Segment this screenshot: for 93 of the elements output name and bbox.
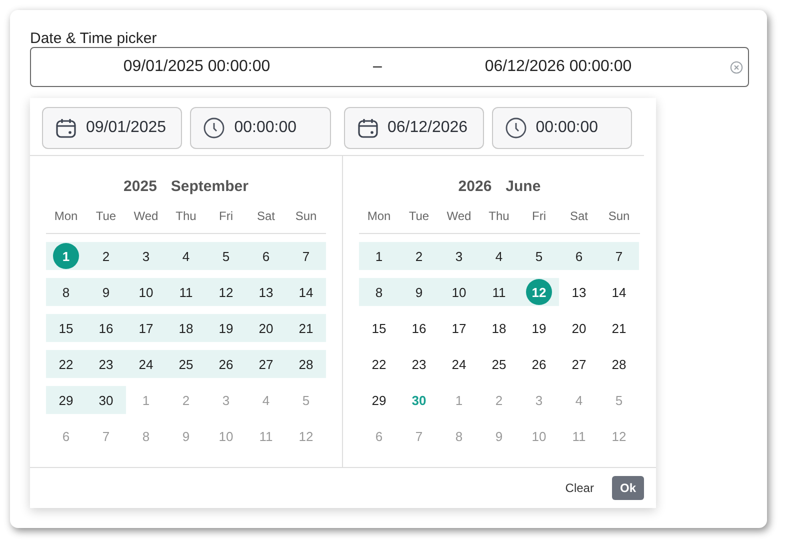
range-day-cell[interactable]: 23 (86, 350, 126, 378)
range-day-cell[interactable]: 6 (559, 242, 599, 270)
weekday-label: Mon (366, 209, 392, 223)
range-day-cell[interactable]: 7 (599, 242, 639, 270)
day-cell[interactable]: 13 (559, 278, 599, 306)
day-cell[interactable]: 17 (439, 314, 479, 342)
time-field[interactable]: 00:00:00 (492, 107, 632, 149)
range-day-cell[interactable]: 17 (126, 314, 166, 342)
field-label: Date & Time picker (30, 30, 158, 47)
day-cell[interactable]: 22 (359, 350, 399, 378)
range-day-cell[interactable]: 11 (479, 278, 519, 306)
clear-icon[interactable] (730, 60, 742, 74)
range-separator: – (372, 58, 383, 76)
day-cell[interactable]: 25 (479, 350, 519, 378)
range-day-cell[interactable]: 10 (439, 278, 479, 306)
month-title[interactable]: June (506, 178, 541, 196)
weekday-label: Tue (94, 209, 118, 223)
day-cell[interactable]: 20 (559, 314, 599, 342)
date-field[interactable]: 09/01/2025 (42, 107, 182, 149)
weekday-label: Tue (408, 209, 430, 223)
month-title[interactable]: September (170, 178, 248, 196)
weekday-label: Fri (531, 209, 547, 223)
weekday-label: Sat (256, 209, 276, 223)
day-cell[interactable]: 19 (519, 314, 559, 342)
range-day-cell[interactable]: 2 (399, 242, 439, 270)
weekday-label: Wed (132, 209, 160, 223)
day-cell[interactable]: 18 (479, 314, 519, 342)
range-day-cell[interactable]: 1 (359, 242, 399, 270)
ok-button[interactable]: Ok (612, 476, 644, 500)
weekday-label: Thu (488, 209, 510, 223)
day-cell[interactable]: 28 (599, 350, 639, 378)
range-day-cell[interactable]: 20 (246, 314, 286, 342)
range-day-cell[interactable]: 2 (86, 242, 126, 270)
day-cell[interactable]: 16 (399, 314, 439, 342)
range-day-cell[interactable]: 3 (439, 242, 479, 270)
range-day-cell[interactable]: 7 (286, 242, 326, 270)
weekday-label: Sat (568, 209, 589, 223)
time-field[interactable]: 00:00:00 (190, 107, 330, 149)
day-cell[interactable]: 21 (599, 314, 639, 342)
range-day-cell[interactable]: 29 (46, 386, 86, 414)
end-value: 06/12/2026 00:00:00 (484, 58, 632, 76)
clear-button[interactable]: Clear (559, 477, 600, 499)
range-day-cell[interactable]: 24 (126, 350, 166, 378)
range-day-cell[interactable]: 4 (479, 242, 519, 270)
range-day-cell[interactable]: 13 (246, 278, 286, 306)
range-day-cell[interactable]: 5 (206, 242, 246, 270)
range-day-cell[interactable]: 16 (86, 314, 126, 342)
day-cell[interactable]: 29 (359, 386, 399, 414)
range-day-cell[interactable]: 26 (206, 350, 246, 378)
range-day-cell[interactable]: 11 (166, 278, 206, 306)
range-day-cell[interactable]: 9 (86, 278, 126, 306)
weekday-label: Wed (446, 209, 472, 223)
range-day-cell[interactable]: 12 (206, 278, 246, 306)
day-cell[interactable]: 15 (359, 314, 399, 342)
date-field[interactable]: 06/12/2026 (344, 107, 484, 149)
calendar-icon (356, 117, 378, 139)
year-title[interactable]: 2026 (458, 178, 492, 196)
range-day-cell[interactable]: 8 (46, 278, 86, 306)
range-day-cell[interactable]: 21 (286, 314, 326, 342)
range-day-cell[interactable]: 25 (166, 350, 206, 378)
day-cell[interactable]: 24 (439, 350, 479, 378)
range-day-cell[interactable]: 6 (246, 242, 286, 270)
weekday-label: Sun (607, 209, 631, 223)
range-day-cell[interactable]: 30 (86, 386, 126, 414)
range-day-cell[interactable]: 22 (46, 350, 86, 378)
clock-icon (504, 117, 527, 139)
range-day-cell[interactable]: 3 (126, 242, 166, 270)
range-day-cell[interactable]: 4 (166, 242, 206, 270)
range-day-cell[interactable]: 10 (126, 278, 166, 306)
day-cell[interactable]: 26 (519, 350, 559, 378)
day-cell[interactable]: 27 (559, 350, 599, 378)
range-day-cell[interactable]: 1 (46, 242, 86, 270)
start-value: 09/01/2025 00:00:00 (123, 58, 270, 76)
clock-icon (203, 117, 226, 139)
range-day-cell[interactable]: 8 (359, 278, 399, 306)
calendar-icon (55, 117, 77, 139)
range-day-cell[interactable]: 14 (286, 278, 326, 306)
range-day-cell[interactable]: 19 (206, 314, 246, 342)
weekday-label: Thu (174, 209, 198, 223)
weekday-label: Mon (53, 209, 79, 223)
range-day-cell[interactable]: 28 (286, 350, 326, 378)
weekday-label: Sun (294, 209, 318, 223)
day-cell[interactable]: 23 (399, 350, 439, 378)
weekday-label: Fri (218, 209, 234, 223)
range-day-cell[interactable]: 27 (246, 350, 286, 378)
range-day-cell[interactable]: 15 (46, 314, 86, 342)
day-cell[interactable]: 14 (599, 278, 639, 306)
range-day-cell[interactable]: 5 (519, 242, 559, 270)
date-range-field[interactable]: 09/01/2025 00:00:00 – 06/12/2026 00:00:00 (30, 47, 749, 87)
year-title[interactable]: 2025 (124, 178, 157, 196)
range-day-cell[interactable]: 18 (166, 314, 206, 342)
range-day-cell[interactable]: 12 (519, 278, 559, 306)
range-day-cell[interactable]: 9 (399, 278, 439, 306)
